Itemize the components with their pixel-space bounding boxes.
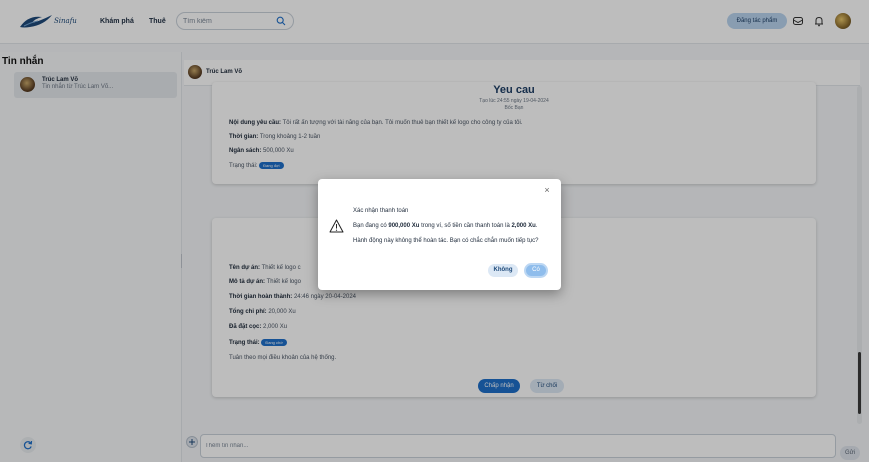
payment-confirm-dialog: × Xác nhận thanh toán Bạn đang có 900,00… — [318, 179, 561, 290]
payment-amount: 2,000 Xu — [511, 223, 536, 229]
close-icon[interactable]: × — [542, 185, 552, 195]
warning-icon — [329, 219, 344, 233]
no-button[interactable]: Không — [488, 264, 518, 277]
wallet-balance: 900,000 Xu — [388, 223, 420, 229]
dialog-message: Bạn đang có 900,000 Xu trong ví, số tiền… — [353, 223, 538, 229]
dialog-warning: Hành động này không thể hoàn tác. Bạn có… — [353, 238, 539, 244]
yes-button[interactable]: Có — [524, 263, 548, 278]
dialog-title: Xác nhận thanh toán — [353, 208, 409, 214]
